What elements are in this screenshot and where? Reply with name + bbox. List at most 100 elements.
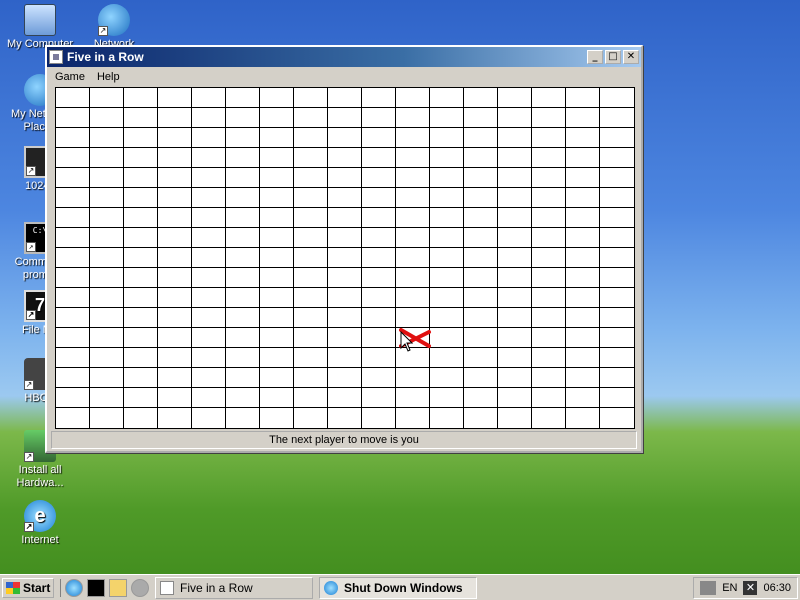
board-cell[interactable] [260,308,294,328]
board-cell[interactable] [532,128,566,148]
board-cell[interactable] [56,328,90,348]
board-cell[interactable] [328,368,362,388]
board-cell[interactable] [532,328,566,348]
menu-help[interactable]: Help [91,71,126,83]
board-cell[interactable] [362,268,396,288]
board-cell[interactable] [260,348,294,368]
board-cell[interactable] [192,308,226,328]
board-cell[interactable] [600,248,634,268]
board-cell[interactable] [328,188,362,208]
board-cell[interactable] [90,208,124,228]
board-cell[interactable] [566,368,600,388]
board-cell[interactable] [192,108,226,128]
board-cell[interactable] [566,288,600,308]
board-cell[interactable] [396,188,430,208]
board-cell[interactable] [294,128,328,148]
board-cell[interactable] [328,228,362,248]
board-cell[interactable] [226,208,260,228]
board-cell[interactable] [124,388,158,408]
board-cell[interactable] [396,168,430,188]
board-cell[interactable] [532,288,566,308]
board-cell[interactable] [430,268,464,288]
start-button[interactable]: Start [2,577,54,598]
board-cell[interactable] [56,288,90,308]
board-cell[interactable] [430,368,464,388]
board-cell[interactable] [90,388,124,408]
board-cell[interactable] [158,328,192,348]
board-cell[interactable] [396,128,430,148]
board-cell[interactable] [532,108,566,128]
board-cell[interactable] [90,408,124,428]
board-cell[interactable] [396,348,430,368]
board-cell[interactable] [294,308,328,328]
board-cell[interactable] [430,188,464,208]
board-cell[interactable] [396,408,430,428]
title-bar[interactable]: Five in a Row _ □ ✕ [47,47,641,67]
minimize-button[interactable]: _ [587,50,603,64]
board-cell[interactable] [192,408,226,428]
board-cell[interactable] [56,148,90,168]
board-cell[interactable] [362,188,396,208]
board-cell[interactable] [532,88,566,108]
board-cell[interactable] [158,188,192,208]
board-cell[interactable] [90,168,124,188]
board-cell[interactable] [294,88,328,108]
board-cell[interactable] [498,208,532,228]
board-cell[interactable] [396,88,430,108]
board-cell[interactable] [56,388,90,408]
board-cell[interactable] [464,388,498,408]
board-cell[interactable] [464,88,498,108]
board-cell[interactable] [498,168,532,188]
board-cell[interactable] [192,188,226,208]
board-cell[interactable] [464,108,498,128]
board-cell[interactable] [158,128,192,148]
board-cell[interactable] [158,208,192,228]
board-cell[interactable] [532,228,566,248]
board-cell[interactable] [464,128,498,148]
board-cell[interactable] [566,268,600,288]
board-cell[interactable] [600,388,634,408]
board-cell[interactable] [566,348,600,368]
board-cell[interactable] [294,328,328,348]
board-cell[interactable] [464,368,498,388]
board-cell[interactable] [158,368,192,388]
board-cell[interactable] [396,388,430,408]
desktop-icon-my-computer[interactable]: My Computer [4,4,76,51]
board-cell[interactable] [158,268,192,288]
board-cell[interactable] [498,188,532,208]
board-cell[interactable] [498,388,532,408]
board-cell[interactable] [192,128,226,148]
board-cell[interactable] [260,268,294,288]
board-cell[interactable] [498,288,532,308]
board-cell[interactable] [464,228,498,248]
board-cell[interactable] [600,148,634,168]
board-cell[interactable] [124,108,158,128]
board-cell[interactable] [566,168,600,188]
drive-icon[interactable] [131,578,149,597]
board-cell[interactable] [362,308,396,328]
board-cell[interactable] [124,128,158,148]
board-cell[interactable] [362,148,396,168]
board-cell[interactable] [226,88,260,108]
board-cell[interactable] [464,188,498,208]
board-cell[interactable] [90,128,124,148]
board-cell[interactable] [532,368,566,388]
board-cell[interactable] [600,228,634,248]
board-cell[interactable] [430,148,464,168]
board-cell[interactable] [430,208,464,228]
board-cell[interactable] [464,208,498,228]
internet-explorer-icon[interactable] [65,578,83,597]
board-cell[interactable] [328,288,362,308]
board-cell[interactable] [294,208,328,228]
board-cell[interactable] [294,168,328,188]
board-cell[interactable] [498,108,532,128]
board-cell[interactable] [294,268,328,288]
board-cell[interactable] [226,148,260,168]
board-cell[interactable] [260,168,294,188]
board-cell[interactable] [464,288,498,308]
board-cell[interactable] [532,308,566,328]
folder-icon[interactable] [109,578,127,597]
board-cell[interactable] [226,248,260,268]
board-cell[interactable] [600,368,634,388]
board-cell[interactable] [362,368,396,388]
